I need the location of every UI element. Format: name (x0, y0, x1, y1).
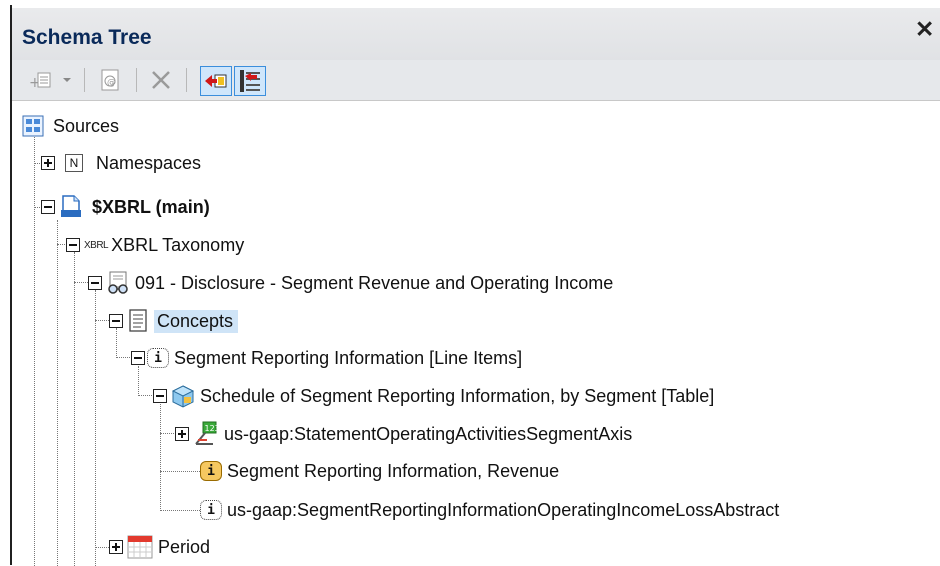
collapse-icon[interactable] (131, 351, 145, 365)
add-element-dropdown[interactable] (60, 66, 74, 94)
tree-node-disclosure[interactable]: 091 - Disclosure - Segment Revenue and O… (88, 270, 617, 296)
tree-guide-line (95, 290, 96, 566)
tree-node-sources[interactable]: Sources (22, 113, 123, 139)
chevron-down-icon (63, 78, 71, 82)
toolbar-separator (84, 68, 85, 92)
tree-guide-line (95, 547, 109, 548)
tree-nav-button[interactable] (234, 66, 266, 96)
collapse-left-button[interactable] (200, 66, 232, 96)
tree-node-concepts[interactable]: Concepts (109, 308, 239, 334)
schema-tree: Sources N Namespaces $XBRL (main) XBRL X… (12, 102, 940, 566)
delete-icon (152, 71, 170, 89)
glasses-document-icon (106, 271, 130, 295)
tree-node-abstract[interactable]: i us-gaap:SegmentReportingInformationOpe… (200, 497, 783, 523)
tree-node-xbrl-main[interactable]: $XBRL (main) (41, 194, 214, 220)
tree-node-revenue[interactable]: i Segment Reporting Information, Revenue (200, 458, 563, 484)
concepts-icon (127, 309, 149, 333)
tree-guide-line (74, 282, 88, 283)
toolbar-separator (136, 68, 137, 92)
tree-node-label: us-gaap:StatementOperatingActivitiesSegm… (224, 423, 633, 444)
collapse-left-icon (205, 74, 227, 88)
expand-icon[interactable] (109, 540, 123, 554)
function-button[interactable]: @ (96, 66, 126, 94)
tree-guide-line (34, 126, 35, 566)
tree-node-label: 091 - Disclosure - Segment Revenue and O… (135, 272, 614, 293)
close-icon[interactable]: ✕ (915, 16, 934, 43)
tree-node-label: Concepts (154, 309, 239, 333)
tree-node-label: Schedule of Segment Reporting Informatio… (200, 385, 715, 406)
namespace-icon: N (65, 154, 83, 172)
tree-node-namespaces[interactable]: N Namespaces (41, 150, 205, 176)
add-element-icon: + (29, 72, 51, 91)
tree-nav-icon (240, 70, 260, 92)
collapse-icon[interactable] (88, 276, 102, 290)
collapse-icon[interactable] (66, 238, 80, 252)
tree-node-line-items[interactable]: i Segment Reporting Information [Line It… (131, 345, 526, 371)
tree-guide-line (160, 471, 200, 472)
panel-title: Schema Tree (22, 26, 152, 49)
cube-icon (171, 384, 195, 408)
tree-guide-line (74, 252, 75, 566)
tree-node-table[interactable]: Schedule of Segment Reporting Informatio… (153, 383, 718, 409)
info-icon: i (200, 500, 222, 520)
collapse-icon[interactable] (153, 389, 167, 403)
expand-icon[interactable] (41, 156, 55, 170)
tree-node-axis[interactable]: 123 us-gaap:StatementOperatingActivities… (175, 421, 636, 447)
tree-node-label: Segment Reporting Information, Revenue (227, 460, 560, 481)
xbrl-icon: XBRL (84, 239, 109, 251)
collapse-icon[interactable] (41, 200, 55, 214)
svg-text:@: @ (107, 78, 116, 88)
tree-node-label: Segment Reporting Information [Line Item… (174, 347, 523, 368)
title-bar: Schema Tree ✕ (12, 8, 940, 68)
tree-guide-line (95, 320, 109, 321)
tree-guide-line (116, 357, 130, 358)
expand-icon[interactable] (175, 427, 189, 441)
tree-guide-line (160, 404, 161, 511)
tree-node-label: Namespaces (96, 152, 202, 173)
tree-node-xbrl-taxonomy[interactable]: XBRL XBRL Taxonomy (66, 232, 248, 258)
tree-guide-line (57, 220, 58, 566)
function-icon: @ (101, 69, 119, 91)
tree-guide-line (160, 433, 174, 434)
tree-guide-line (160, 510, 200, 511)
calendar-icon (127, 535, 153, 559)
add-element-button[interactable]: + (26, 66, 56, 94)
collapse-icon[interactable] (109, 314, 123, 328)
tree-node-label: Sources (53, 115, 120, 136)
tree-node-label: $XBRL (main) (92, 196, 210, 217)
sources-icon (22, 115, 44, 137)
tree-guide-line (138, 395, 152, 396)
toolbar: + @ (12, 60, 940, 101)
info-icon: i (147, 348, 169, 368)
delete-button[interactable] (146, 66, 176, 94)
schema-tree-window: Schema Tree ✕ + @ Sources N Namespaces $… (0, 0, 940, 566)
info-icon: i (200, 461, 222, 481)
tree-node-period[interactable]: Period (109, 534, 214, 560)
svg-text:123: 123 (205, 424, 220, 433)
document-icon (59, 194, 83, 220)
axis-icon: 123 (193, 421, 219, 447)
toolbar-separator (186, 68, 187, 92)
tree-node-label: XBRL Taxonomy (111, 234, 245, 255)
tree-node-label: Period (158, 536, 211, 557)
tree-node-label: us-gaap:SegmentReportingInformationOpera… (227, 499, 780, 520)
